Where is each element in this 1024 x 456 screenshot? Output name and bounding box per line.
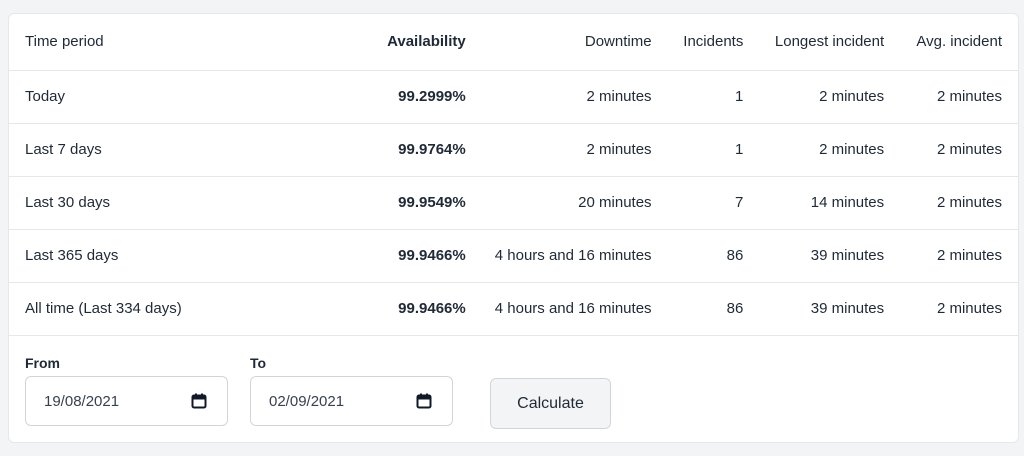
cell-avg-incident: 2 minutes [884,229,1018,283]
from-date-input[interactable]: 19/08/2021 [25,376,228,426]
cell-downtime: 4 hours and 16 minutes [465,282,652,336]
to-date-value: 02/09/2021 [269,392,345,410]
header-availability: Availability [308,14,466,71]
cell-avg-incident: 2 minutes [884,282,1018,336]
table-row: Last 7 days 99.9764% 2 minutes 1 2 minut… [9,123,1018,177]
calendar-icon[interactable] [191,393,207,409]
cell-incidents: 86 [651,229,744,283]
table-row: All time (Last 334 days) 99.9466% 4 hour… [9,282,1018,336]
cell-availability: 99.2999% [308,70,466,124]
cell-time-period: Today [9,70,309,124]
cell-availability: 99.9549% [308,176,466,230]
cell-longest-incident: 39 minutes [743,229,885,283]
cell-incidents: 1 [651,70,744,124]
cell-availability: 99.9466% [308,229,466,283]
cell-longest-incident: 14 minutes [743,176,885,230]
cell-avg-incident: 2 minutes [884,70,1018,124]
custom-range-form: From 19/08/2021 To 02/09/2021 Calculate [25,354,1002,434]
table-row: Last 30 days 99.9549% 20 minutes 7 14 mi… [9,176,1018,230]
from-date-value: 19/08/2021 [44,392,120,410]
from-field: From 19/08/2021 [25,354,228,426]
availability-table: Time period Availability Downtime Incide… [9,14,1018,336]
cell-time-period: Last 30 days [9,176,309,230]
calculate-button[interactable]: Calculate [490,378,611,429]
header-downtime: Downtime [465,14,652,71]
cell-incidents: 1 [651,123,744,177]
cell-longest-incident: 39 minutes [743,282,885,336]
header-incidents: Incidents [651,14,744,71]
cell-longest-incident: 2 minutes [743,123,885,177]
table-header-row: Time period Availability Downtime Incide… [9,14,1018,71]
to-label: To [250,355,267,371]
cell-availability: 99.9764% [308,123,466,177]
table-row: Last 365 days 99.9466% 4 hours and 16 mi… [9,229,1018,283]
to-field: To 02/09/2021 [250,354,453,426]
cell-downtime: 4 hours and 16 minutes [465,229,652,283]
header-time-period: Time period [9,14,309,71]
cell-longest-incident: 2 minutes [743,70,885,124]
cell-avg-incident: 2 minutes [884,176,1018,230]
cell-avg-incident: 2 minutes [884,123,1018,177]
header-longest-incident: Longest incident [743,14,885,71]
header-avg-incident: Avg. incident [884,14,1018,71]
cell-incidents: 7 [651,176,744,230]
calendar-icon[interactable] [416,393,432,409]
cell-time-period: Last 7 days [9,123,309,177]
table-row: Today 99.2999% 2 minutes 1 2 minutes 2 m… [9,70,1018,124]
to-date-input[interactable]: 02/09/2021 [250,376,453,426]
from-label: From [25,355,60,371]
cell-time-period: All time (Last 334 days) [9,282,309,336]
cell-downtime: 2 minutes [465,70,652,124]
availability-card: Time period Availability Downtime Incide… [8,13,1019,443]
cell-incidents: 86 [651,282,744,336]
cell-availability: 99.9466% [308,282,466,336]
cell-time-period: Last 365 days [9,229,309,283]
cell-downtime: 2 minutes [465,123,652,177]
cell-downtime: 20 minutes [465,176,652,230]
